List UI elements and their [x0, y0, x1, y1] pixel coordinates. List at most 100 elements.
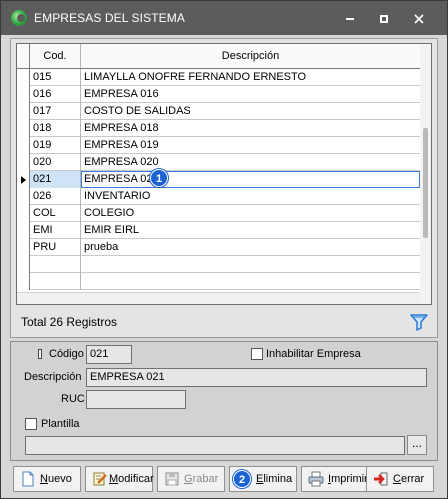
edit-icon: [93, 472, 107, 486]
ruc-field[interactable]: [86, 390, 186, 409]
cell-description[interactable]: prueba: [81, 239, 420, 256]
exit-icon: [374, 472, 388, 486]
row-indicator[interactable]: [17, 256, 30, 273]
grid-header: Cod. Descripción: [17, 44, 420, 69]
minimize-icon: [346, 17, 354, 20]
row-indicator[interactable]: [17, 120, 30, 137]
modify-button[interactable]: Modificar: [85, 466, 154, 492]
row-indicator[interactable]: [17, 188, 30, 205]
row-pointer-icon[interactable]: [17, 171, 30, 188]
title-bar[interactable]: EMPRESAS DEL SISTEMA: [1, 1, 447, 35]
table-row[interactable]: 017 COSTO DE SALIDAS: [17, 103, 420, 120]
cell-description[interactable]: LIMAYLLA ONOFRE FERNANDO ERNESTO: [81, 69, 420, 86]
cell-description[interactable]: EMPRESA 019: [81, 137, 420, 154]
template-label: Plantilla: [41, 418, 80, 430]
close-button[interactable]: [402, 6, 436, 30]
window-title: EMPRESAS DEL SISTEMA: [34, 11, 185, 25]
table-row[interactable]: [17, 273, 420, 290]
new-button-accel: N: [40, 473, 48, 485]
table-row[interactable]: 015 LIMAYLLA ONOFRE FERNANDO ERNESTO: [17, 69, 420, 86]
table-row[interactable]: 019 EMPRESA 019: [17, 137, 420, 154]
row-indicator[interactable]: [17, 273, 30, 290]
cell-description[interactable]: EMPRESA 018: [81, 120, 420, 137]
row-indicator[interactable]: [17, 205, 30, 222]
cell-description[interactable]: EMPRESA 021: [81, 171, 420, 188]
table-row[interactable]: [17, 256, 420, 273]
cell-code[interactable]: 019: [30, 137, 81, 154]
disable-company-checkbox[interactable]: [251, 348, 263, 360]
filter-icon[interactable]: [409, 312, 429, 332]
row-indicator[interactable]: [17, 222, 30, 239]
cell-description[interactable]: INVENTARIO: [81, 188, 420, 205]
browse-button[interactable]: ...: [407, 435, 427, 455]
horizontal-scrollbar[interactable]: [17, 292, 420, 304]
row-indicator[interactable]: [17, 86, 30, 103]
table-row[interactable]: 026 INVENTARIO: [17, 188, 420, 205]
close-icon: [414, 14, 424, 24]
details-panel: Código 021 Inhabilitar Empresa Descripci…: [10, 341, 438, 461]
row-indicator[interactable]: [17, 69, 30, 86]
cell-code[interactable]: 021: [30, 171, 81, 188]
cell-code[interactable]: COL: [30, 205, 81, 222]
save-button-accel: G: [184, 473, 193, 485]
cell-code[interactable]: 026: [30, 188, 81, 205]
cell-description[interactable]: COSTO DE SALIDAS: [81, 103, 420, 120]
new-button-label-rest: uevo: [47, 473, 72, 485]
vertical-scrollbar-thumb[interactable]: [423, 128, 428, 238]
save-button-label-rest: rabar: [192, 473, 219, 485]
button-bar: Nuevo Modificar Grabar Elimina Imprimir …: [10, 466, 438, 492]
printer-icon: [308, 471, 324, 487]
description-field[interactable]: EMPRESA 021: [86, 368, 427, 387]
code-field[interactable]: 021: [86, 345, 132, 364]
companies-grid[interactable]: Cod. Descripción 015 LIMAYLLA ONOFRE FERN…: [16, 43, 432, 305]
table-row[interactable]: 020 EMPRESA 020: [17, 154, 420, 171]
cell-description[interactable]: [81, 273, 420, 290]
cell-code[interactable]: 020: [30, 154, 81, 171]
table-row[interactable]: EMI EMIR EIRL: [17, 222, 420, 239]
step-badge-1: 1: [150, 169, 168, 187]
table-row[interactable]: 021 EMPRESA 021: [17, 171, 420, 188]
cell-description[interactable]: EMPRESA 020: [81, 154, 420, 171]
maximize-button[interactable]: [367, 6, 401, 30]
cell-code[interactable]: PRU: [30, 239, 81, 256]
print-button[interactable]: Imprimir: [301, 466, 369, 492]
key-icon: [38, 349, 42, 359]
template-checkbox[interactable]: [25, 418, 37, 430]
table-row[interactable]: 018 EMPRESA 018: [17, 120, 420, 137]
print-button-label-rest: mprimir: [331, 473, 368, 485]
grid-rows: 015 LIMAYLLA ONOFRE FERNANDO ERNESTO 016 EM…: [17, 69, 420, 290]
cell-description[interactable]: EMPRESA 016: [81, 86, 420, 103]
table-row[interactable]: PRU prueba: [17, 239, 420, 256]
cell-code[interactable]: [30, 273, 81, 290]
close-form-button-label-rest: errar: [400, 473, 425, 485]
template-field[interactable]: [25, 436, 405, 455]
row-indicator[interactable]: [17, 103, 30, 120]
cell-description[interactable]: [81, 256, 420, 273]
row-indicator[interactable]: [17, 154, 30, 171]
cell-code[interactable]: 017: [30, 103, 81, 120]
table-row[interactable]: 016 EMPRESA 016: [17, 86, 420, 103]
total-records-label: Total 26 Registros: [21, 315, 118, 329]
code-label: Código: [49, 348, 84, 360]
row-indicator[interactable]: [17, 239, 30, 256]
cell-code[interactable]: 015: [30, 69, 81, 86]
cell-code[interactable]: 018: [30, 120, 81, 137]
minimize-button[interactable]: [333, 6, 367, 30]
column-header-code[interactable]: Cod.: [30, 44, 81, 68]
cell-description[interactable]: EMIR EIRL: [81, 222, 420, 239]
delete-button-label-rest: limina: [263, 473, 293, 485]
close-form-button[interactable]: Cerrar: [366, 466, 434, 492]
new-button[interactable]: Nuevo: [13, 466, 81, 492]
cell-code[interactable]: [30, 256, 81, 273]
save-button[interactable]: Grabar: [157, 466, 225, 492]
maximize-icon: [380, 14, 388, 23]
close-form-button-accel: C: [393, 473, 401, 485]
cell-code[interactable]: EMI: [30, 222, 81, 239]
row-indicator[interactable]: [17, 137, 30, 154]
cell-code[interactable]: 016: [30, 86, 81, 103]
table-row[interactable]: COL COLEGIO: [17, 205, 420, 222]
column-header-description[interactable]: Descripción: [81, 44, 420, 68]
cell-description[interactable]: COLEGIO: [81, 205, 420, 222]
row-indicator-header: [17, 44, 30, 68]
vertical-scrollbar[interactable]: [420, 44, 431, 304]
